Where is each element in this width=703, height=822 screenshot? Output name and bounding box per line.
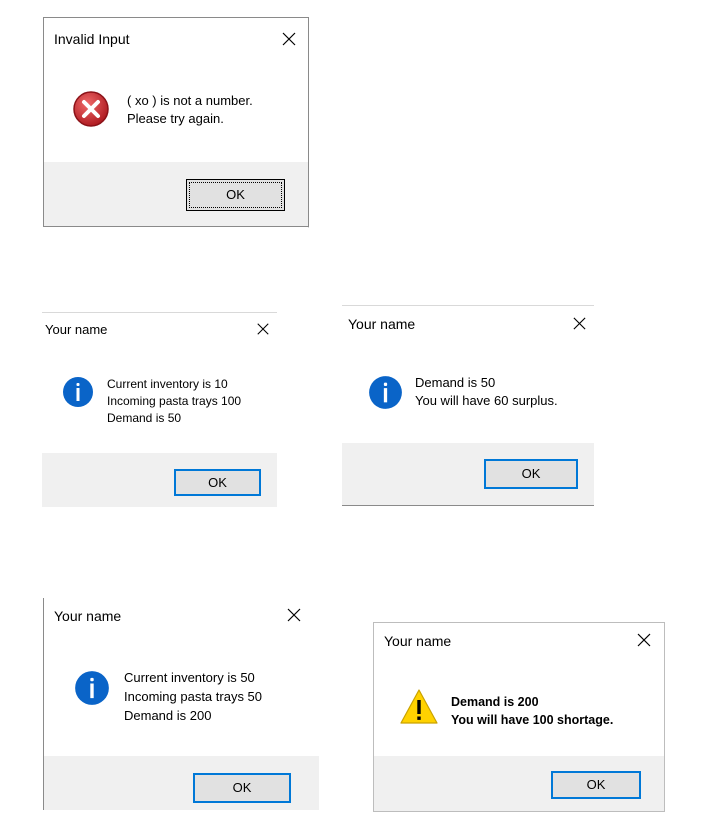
dialog-message: Current inventory is 10 Incoming pasta t… (107, 376, 241, 427)
surplus-dialog: Your name Demand is 50 You will have 60 … (342, 306, 594, 506)
message-line: Incoming pasta trays 100 (107, 394, 242, 408)
close-icon[interactable] (636, 632, 652, 648)
close-icon[interactable] (256, 322, 270, 336)
message-line: ( xo ) is not a number. (127, 93, 253, 108)
invalid-input-dialog: Invalid Input ( xo ) is not a number. Pl… (43, 17, 309, 227)
message-line: Current inventory is 50 (124, 670, 255, 685)
message-line: Demand is 200 (124, 708, 212, 723)
message-line: Incoming pasta trays 50 (124, 689, 263, 704)
dialog-title: Your name (348, 316, 416, 332)
message-line: Demand is 200 (451, 695, 539, 709)
dialog-title: Your name (45, 322, 108, 337)
close-icon[interactable] (286, 607, 302, 623)
dialog-message: ( xo ) is not a number. Please try again… (127, 92, 253, 128)
dialog-message: Demand is 50 You will have 60 surplus. (415, 374, 558, 410)
inventory-dialog-2: Your name Current inventory is 50 Incomi… (43, 598, 319, 810)
message-line: Please try again. (127, 111, 224, 126)
shortage-dialog: Your name Demand is 200 You will have 10… (373, 622, 665, 812)
info-icon (63, 377, 93, 407)
dialog-title: Your name (384, 633, 452, 649)
warning-icon (400, 689, 438, 724)
error-icon (73, 91, 109, 127)
ok-button[interactable]: OK (186, 179, 285, 211)
message-line: Demand is 50 (107, 411, 182, 425)
dialog-message: Current inventory is 50 Incoming pasta t… (124, 668, 262, 725)
message-line: Demand is 50 (415, 375, 496, 390)
dialog-title: Invalid Input (54, 31, 130, 47)
inventory-dialog-1: Your name Current inventory is 10 Incomi… (42, 313, 277, 507)
ok-button[interactable]: OK (174, 469, 261, 496)
ok-button[interactable]: OK (484, 459, 578, 489)
info-icon (75, 671, 109, 705)
close-icon[interactable] (572, 316, 587, 331)
close-icon[interactable] (281, 31, 297, 47)
dialog-message: Demand is 200 You will have 100 shortage… (451, 693, 613, 729)
ok-button[interactable]: OK (193, 773, 291, 803)
info-icon (369, 376, 402, 409)
message-line: Current inventory is 10 (107, 377, 228, 391)
message-line: You will have 60 surplus. (415, 393, 558, 408)
message-line: You will have 100 shortage. (451, 713, 614, 727)
ok-button[interactable]: OK (551, 771, 641, 799)
dialog-title: Your name (54, 608, 122, 624)
